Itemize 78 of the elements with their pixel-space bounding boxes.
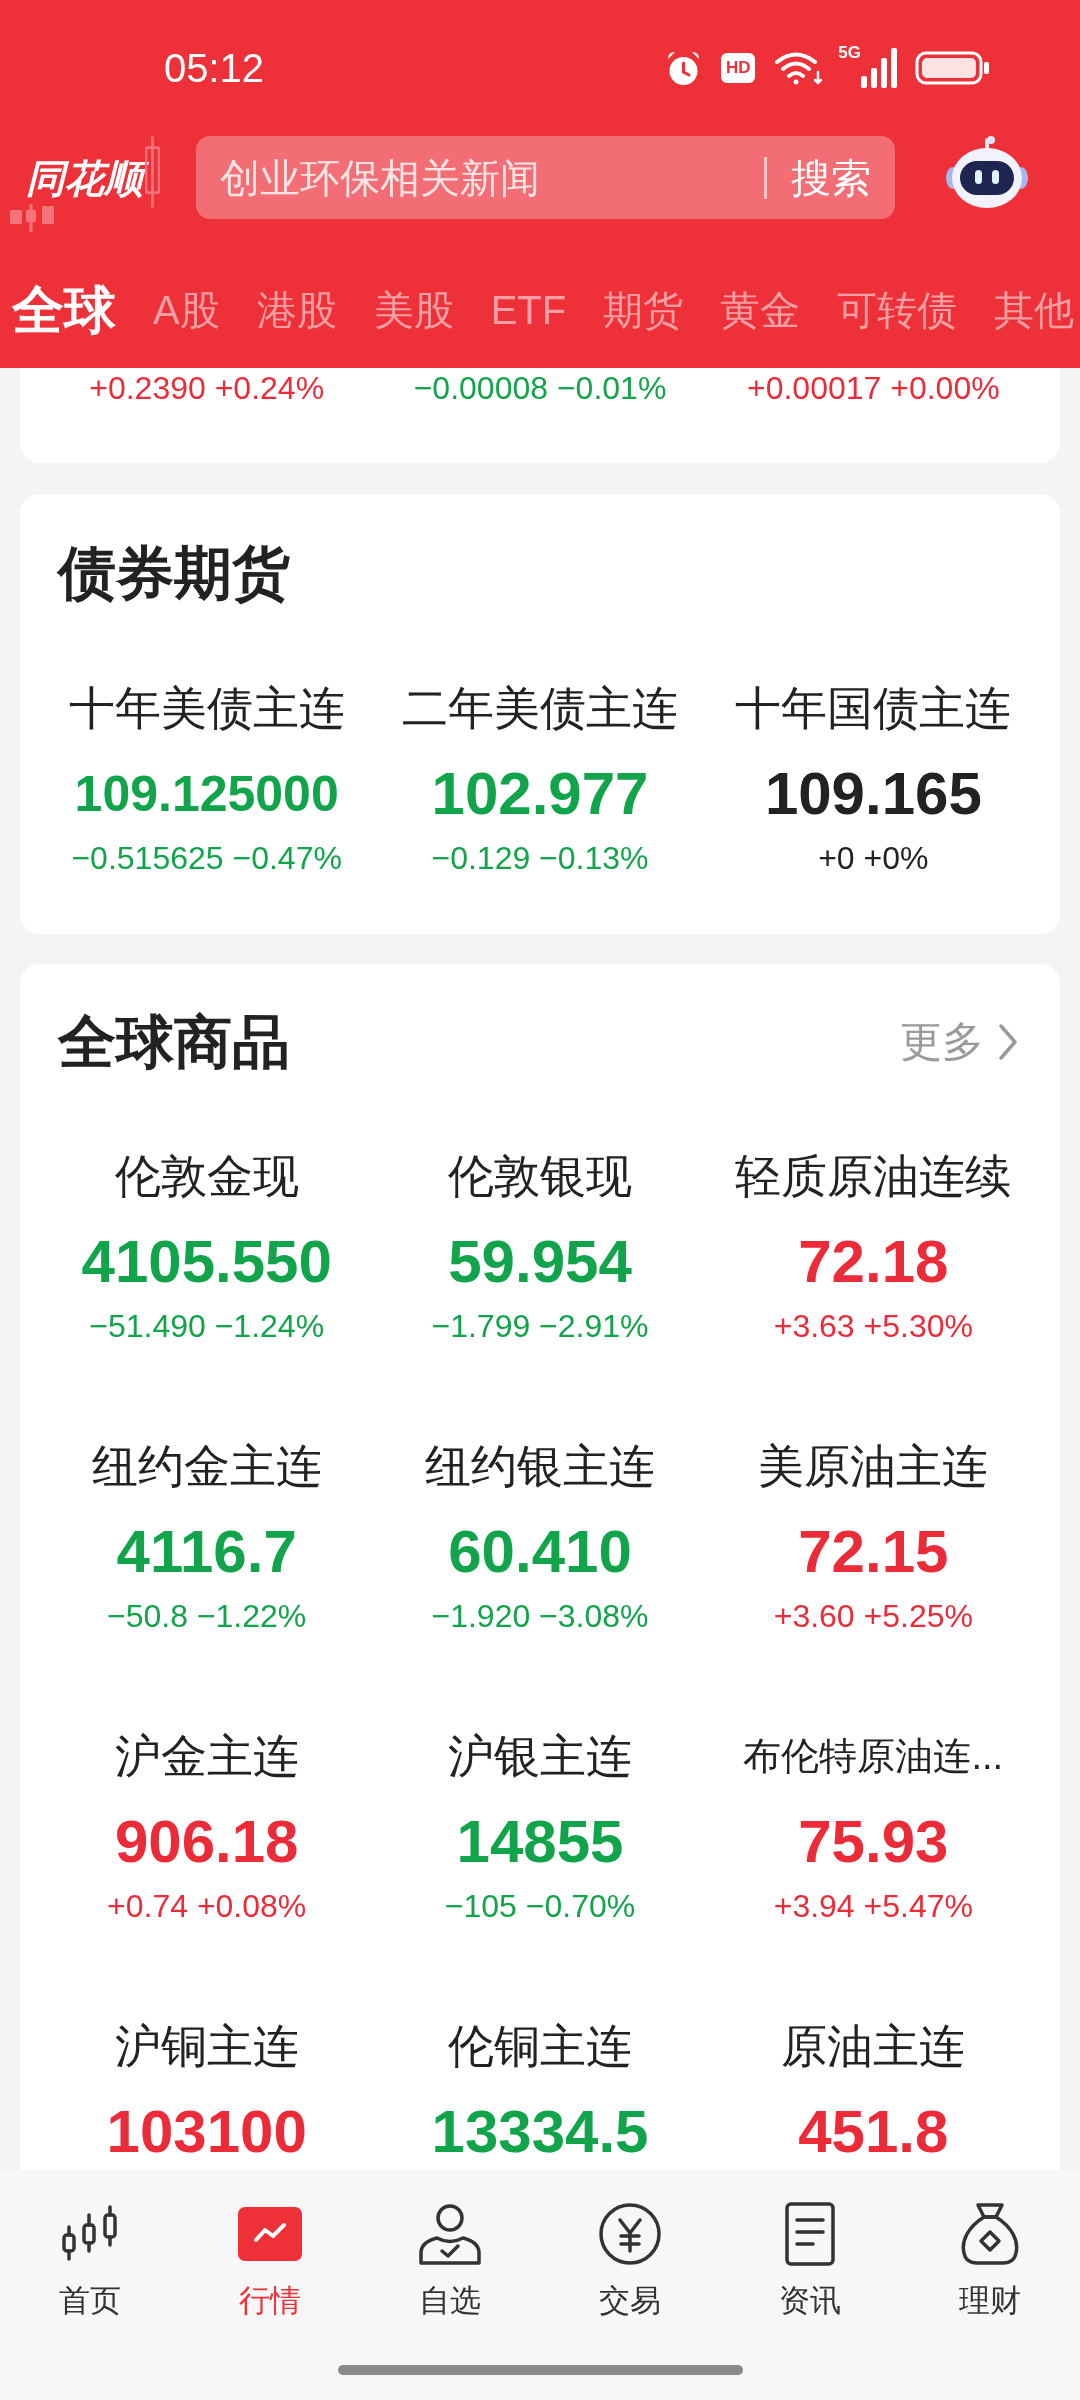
nav-tab[interactable]: 自选 <box>360 2201 540 2321</box>
instrument-name: 沪银主连 <box>448 1729 632 1783</box>
price-change: −1.799 −2.91% <box>431 1307 649 1346</box>
price-value: 4116.7 <box>116 1517 297 1587</box>
price-value: 906.18 <box>114 1807 299 1877</box>
nav-tab[interactable]: 理财 <box>900 2201 1080 2321</box>
price-change: −105 −0.70% <box>444 1887 636 1926</box>
robot-assistant-icon[interactable] <box>945 136 1029 210</box>
price-change: −50.8 −1.22% <box>107 1597 307 1636</box>
price-change: +3.60 +5.25% <box>773 1597 973 1636</box>
nav-tab[interactable]: 行情 <box>180 2201 360 2321</box>
price-value: 14855 <box>456 1807 624 1877</box>
price-change: −0.129 −0.13% <box>431 839 649 878</box>
more-link[interactable]: 更多 <box>900 1014 1018 1070</box>
instrument-name: 伦敦金现 <box>114 1149 299 1203</box>
price-change: +3.94 +5.47% <box>773 1887 973 1926</box>
price-value: 72.18 <box>798 1227 949 1297</box>
price-change: +0.00017 +0.00% <box>747 369 1000 408</box>
price-change: +0 +0% <box>818 839 929 878</box>
market-tab[interactable]: ETF <box>490 284 567 336</box>
instrument-name: 沪铜主连 <box>114 2019 299 2073</box>
instrument-name: 布伦特原油连... <box>743 1734 1004 1779</box>
instrument-name: 美原油主连 <box>758 1439 989 1493</box>
price-change: +0.74 +0.08% <box>107 1887 307 1926</box>
price-value: 59.954 <box>448 1227 632 1297</box>
instrument-name: 纽约银主连 <box>425 1439 655 1493</box>
status-time: 05:12 <box>164 48 265 88</box>
signal-bars-icon <box>861 48 897 88</box>
instrument-name: 轻质原油连续 <box>735 1149 1012 1203</box>
person-check-icon <box>417 2201 483 2267</box>
nav-tab[interactable]: 首页 <box>0 2201 180 2321</box>
market-tab[interactable]: 全球 <box>12 284 116 336</box>
price-value: 451.8 <box>798 2097 949 2167</box>
market-tab[interactable]: 美股 <box>373 284 454 336</box>
app-logo: 同花顺 <box>22 154 153 204</box>
hd-badge: HD <box>721 53 756 83</box>
price-value: 13334.5 <box>431 2097 649 2167</box>
price-value: 60.410 <box>448 1517 632 1587</box>
search-button[interactable]: 搜索 <box>767 152 895 203</box>
yen-coin-icon <box>597 2201 663 2267</box>
price-change: −1.920 −3.08% <box>431 1597 649 1636</box>
market-tab[interactable]: 黄金 <box>720 284 801 336</box>
search-bar[interactable]: 创业环保相关新闻 搜索 <box>196 136 895 219</box>
instrument-name: 十年美债主连 <box>68 681 345 735</box>
price-value: 109.165 <box>764 759 982 829</box>
price-change: −0.00008 −0.01% <box>413 369 667 408</box>
instrument-name: 原油主连 <box>781 2019 966 2073</box>
price-value: 72.15 <box>798 1517 949 1587</box>
nav-tab[interactable]: 交易 <box>540 2201 720 2321</box>
chevron-right-icon <box>998 1023 1018 1061</box>
instrument-name: 伦铜主连 <box>448 2019 632 2073</box>
instrument-name: 二年美债主连 <box>402 681 678 735</box>
market-tab[interactable]: 可转债 <box>837 284 958 336</box>
nav-tab[interactable]: 资讯 <box>720 2201 900 2321</box>
price-change: −0.515625 −0.47% <box>71 839 342 878</box>
price-value: 4105.550 <box>81 1227 332 1297</box>
price-change: +0.2390 +0.24% <box>89 369 325 408</box>
price-change: +3.63 +5.30% <box>773 1307 973 1346</box>
instrument-name: 纽约金主连 <box>91 1439 322 1493</box>
search-field[interactable]: 创业环保相关新闻 <box>196 152 764 203</box>
market-tab[interactable]: A股 <box>153 284 220 336</box>
candlestick-icon <box>10 202 54 232</box>
instrument-name: 沪金主连 <box>114 1729 299 1783</box>
market-tab[interactable]: 期货 <box>603 284 684 336</box>
instrument-name: 伦敦银现 <box>448 1149 632 1203</box>
section-title: 全球商品 <box>58 1008 290 1076</box>
market-tab[interactable]: 港股 <box>256 284 337 336</box>
price-value: 102.977 <box>431 759 649 829</box>
market-tab[interactable]: 其他 <box>994 284 1075 336</box>
price-value: 75.93 <box>798 1807 949 1877</box>
section-title: 债券期货 <box>55 539 291 607</box>
price-value: 109.125000 <box>74 765 339 824</box>
price-change: −51.490 −1.24% <box>89 1307 325 1346</box>
wifi-icon <box>774 50 824 86</box>
instrument-name: 十年国债主连 <box>735 681 1012 735</box>
network-type: 5G <box>838 44 861 62</box>
price-value: 103100 <box>106 2097 307 2167</box>
battery-icon <box>915 51 990 85</box>
